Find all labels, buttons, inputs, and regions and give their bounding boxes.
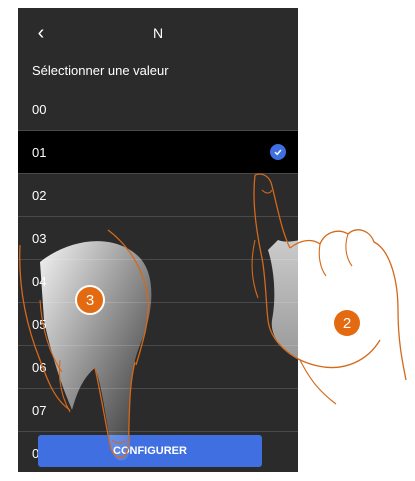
list-item-03[interactable]: 03 [18,217,298,260]
list-item-04[interactable]: 04 [18,260,298,303]
subtitle: Sélectionner une valeur [32,63,169,78]
step-badge-2: 2 [334,310,360,336]
check-icon [270,144,286,160]
list-item-label: 04 [32,273,47,289]
configure-button[interactable]: CONFIGURER [38,435,262,467]
list-item-label: 00 [32,101,47,117]
list-item-label: 07 [32,402,47,418]
chevron-left-icon: ‹ [37,21,45,44]
list-item-02[interactable]: 02 [18,174,298,217]
device-screen: ‹ N Sélectionner une valeur 00 01 02 03 … [18,8,298,472]
list-item-label: 06 [32,359,47,375]
step-badge-3: 3 [75,285,105,315]
list-item-00[interactable]: 00 [18,88,298,131]
value-list: 00 01 02 03 04 05 06 07 08 [18,88,298,472]
list-item-07[interactable]: 07 [18,389,298,432]
list-item-label: 03 [32,230,47,246]
page-title: N [152,25,164,41]
header: ‹ N [18,8,298,58]
list-item-01[interactable]: 01 [18,131,298,174]
back-button[interactable]: ‹ [30,20,52,46]
list-item-label: 05 [32,316,47,332]
list-item-06[interactable]: 06 [18,346,298,389]
list-item-label: 02 [32,187,47,203]
list-item-label: 01 [32,144,47,160]
list-item-05[interactable]: 05 [18,303,298,346]
